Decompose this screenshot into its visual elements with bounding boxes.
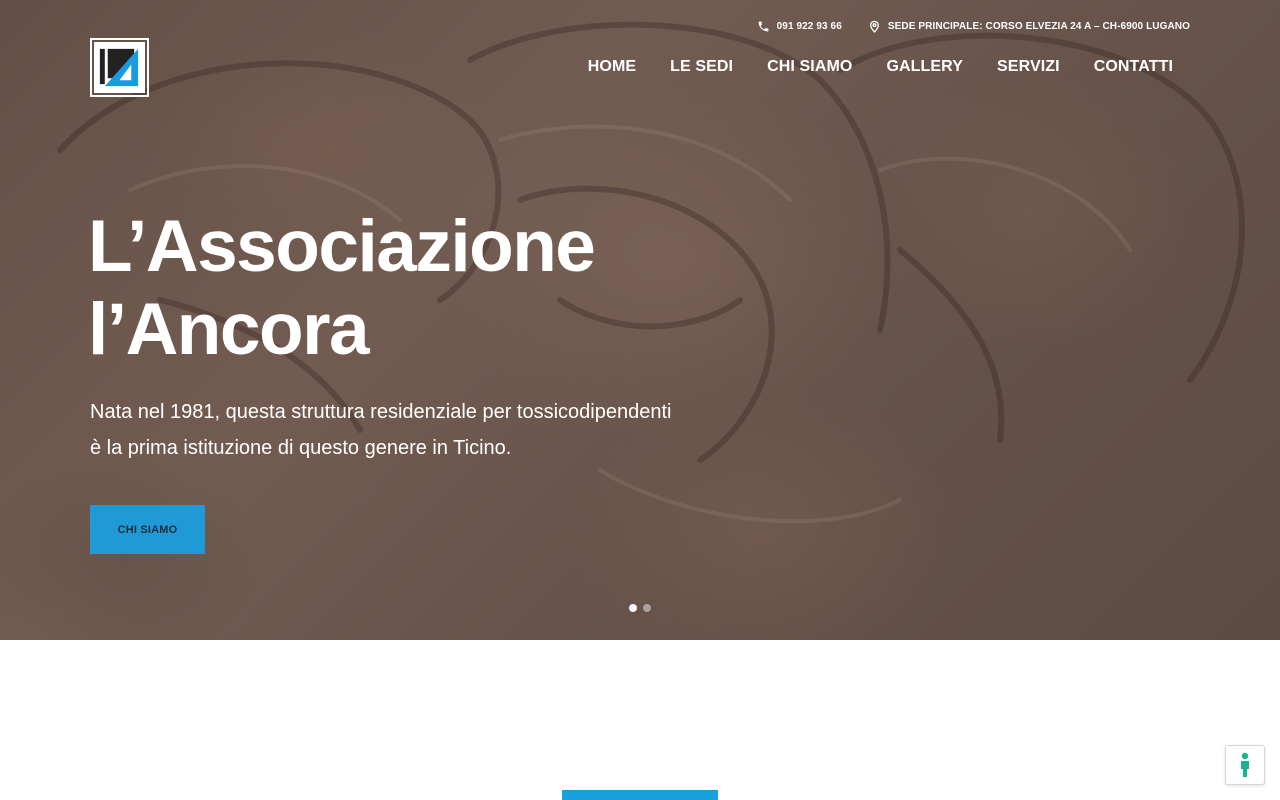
site-logo[interactable] — [90, 38, 149, 97]
hero-title: L’Associazione l’Ancora — [88, 205, 596, 371]
nav-le-sedi[interactable]: LE SEDI — [670, 58, 733, 76]
address-text: SEDE PRINCIPALE: CORSO ELVEZIA 24 A – CH… — [887, 21, 1190, 32]
slider-pagination — [629, 604, 651, 612]
phone-icon — [758, 21, 768, 32]
hero-title-line-1: L’Associazione — [88, 206, 596, 287]
address-contact[interactable]: SEDE PRINCIPALE: CORSO ELVEZIA 24 A – CH… — [868, 20, 1190, 33]
lza-logo-icon — [99, 48, 139, 87]
hero-subtitle-line-2: è la prima istituzione di questo genere … — [90, 437, 512, 459]
location-pin-icon — [869, 20, 879, 33]
nav-gallery[interactable]: GALLERY — [886, 58, 963, 76]
section-heading-accent-bar — [562, 790, 718, 800]
hero-subtitle: Nata nel 1981, questa struttura residenz… — [90, 394, 750, 466]
accessibility-person-icon — [1241, 752, 1249, 777]
nav-chi-siamo[interactable]: CHI SIAMO — [767, 58, 852, 76]
nav-home[interactable]: HOME — [588, 58, 636, 76]
slider-dot-2[interactable] — [643, 604, 651, 612]
contact-topbar: 091 922 93 66 SEDE PRINCIPALE: CORSO ELV… — [757, 20, 1190, 33]
accessibility-widget-button[interactable] — [1225, 745, 1265, 785]
phone-number: 091 922 93 66 — [776, 21, 842, 32]
logo-mark — [94, 42, 145, 93]
main-navigation: HOME LE SEDI CHI SIAMO GALLERY SERVIZI C… — [588, 58, 1173, 76]
phone-contact[interactable]: 091 922 93 66 — [757, 20, 842, 33]
nav-servizi[interactable]: SERVIZI — [997, 58, 1060, 76]
hero-subtitle-line-1: Nata nel 1981, questa struttura residenz… — [90, 401, 672, 423]
slider-dot-1[interactable] — [629, 604, 637, 612]
chi-siamo-button[interactable]: CHI SIAMO — [90, 505, 205, 554]
nav-contatti[interactable]: CONTATTI — [1094, 58, 1173, 76]
hero-title-line-2: l’Ancora — [88, 289, 370, 370]
